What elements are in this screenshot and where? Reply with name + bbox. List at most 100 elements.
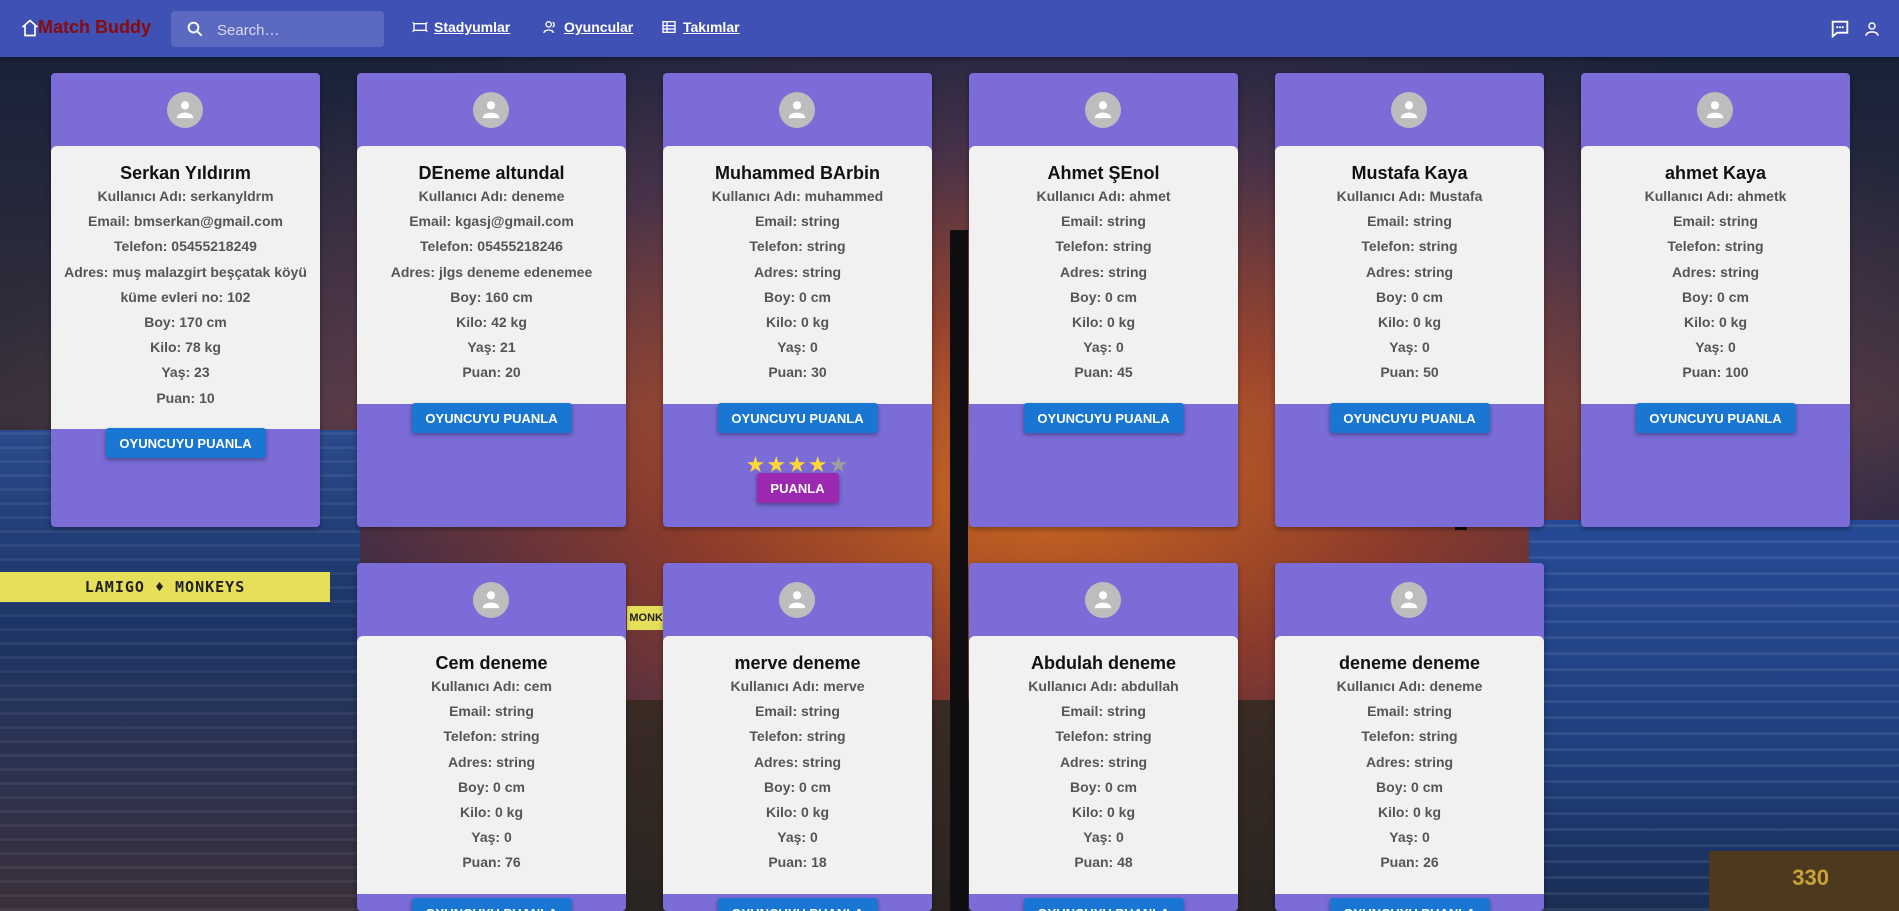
avatar xyxy=(167,92,203,128)
brand-logo[interactable]: Match Buddy xyxy=(38,17,151,38)
player-card: Serkan Yıldırım Kullanıcı Adı: serkanyldr… xyxy=(51,73,320,527)
rate-player-button[interactable]: OYUNCUYU PUANLA xyxy=(1635,403,1796,433)
player-info-line: Email: string xyxy=(1673,213,1758,230)
player-card: Ahmet ŞEnol Kullanıcı Adı: ahmet Email: st… xyxy=(969,73,1238,527)
player-info-line: Adres: string xyxy=(753,753,842,770)
user-avatar-icon xyxy=(1094,101,1112,119)
player-info-line: Kullanıcı Adı: merve xyxy=(730,678,865,694)
player-info-line: Kilo: 0 kg xyxy=(1377,314,1441,331)
user-avatar-icon xyxy=(1094,591,1112,609)
player-info-line: Boy: 0 cm xyxy=(764,778,831,795)
nav-oyuncular[interactable]: Oyuncular xyxy=(542,19,633,35)
home-icon[interactable] xyxy=(20,18,40,38)
player-name: ahmet Kaya xyxy=(1664,163,1767,183)
player-info-line: Kullanıcı Adı: serkanyldrm xyxy=(97,188,274,204)
player-info-line: Yaş: 0 xyxy=(777,829,818,846)
nav-stadyumlar[interactable]: Stadyumlar xyxy=(412,19,510,35)
avatar xyxy=(1085,92,1121,128)
player-info-line: Yaş: 0 xyxy=(1083,829,1124,846)
player-info-line: Yaş: 23 xyxy=(161,364,210,381)
account-icon[interactable] xyxy=(1863,18,1881,40)
player-info-line: Boy: 0 cm xyxy=(1682,288,1749,305)
user-avatar-icon xyxy=(1400,591,1418,609)
player-card-body: Muhammed BArbin Kullanıcı Adı: muhammed Em… xyxy=(663,146,932,404)
player-name: Serkan Yıldırım xyxy=(120,163,251,183)
teams-icon xyxy=(662,21,676,33)
player-name: Mustafa Kaya xyxy=(1351,163,1468,183)
player-card-body: ahmet Kaya Kullanıcı Adı: ahmetk Email: st… xyxy=(1581,146,1850,404)
player-card-body: Cem deneme Kullanıcı Adı: cem Email: strin… xyxy=(357,636,626,894)
rate-player-button[interactable]: OYUNCUYU PUANLA xyxy=(1329,403,1490,433)
user-avatar-icon xyxy=(176,101,194,119)
nav-takimlar-label: Takımlar xyxy=(683,19,740,35)
player-info-line: Boy: 160 cm xyxy=(450,288,533,305)
player-card: Mustafa Kaya Kullanıcı Adı: Mustafa Email:… xyxy=(1275,73,1544,527)
player-info-line: Puan: 45 xyxy=(1074,364,1133,381)
chat-icon[interactable] xyxy=(1829,18,1851,40)
player-card: Muhammed BArbin Kullanıcı Adı: muhammed Em… xyxy=(663,73,932,527)
player-info-line: Yaş: 0 xyxy=(1389,829,1430,846)
background-scoreboard-number: 330 xyxy=(1792,865,1829,890)
player-info-line: Boy: 0 cm xyxy=(1070,778,1137,795)
player-info-line: Kilo: 0 kg xyxy=(1683,314,1747,331)
player-card: deneme deneme Kullanıcı Adı: deneme Email:… xyxy=(1275,563,1544,911)
background-light-pole xyxy=(950,230,968,911)
player-info-line: Telefon: string xyxy=(1361,238,1458,255)
player-info-line: Boy: 0 cm xyxy=(458,778,525,795)
player-info-line: Adres: muş malazgirt beşçatak köyü küme … xyxy=(64,263,307,305)
player-info-line: Telefon: 05455218246 xyxy=(420,238,563,255)
rate-player-button[interactable]: OYUNCUYU PUANLA xyxy=(411,898,572,911)
player-info-line: Adres: string xyxy=(1671,263,1760,280)
player-name: deneme deneme xyxy=(1338,653,1481,673)
rate-player-button[interactable]: OYUNCUYU PUANLA xyxy=(1329,898,1490,911)
rate-player-button[interactable]: OYUNCUYU PUANLA xyxy=(1023,898,1184,911)
player-info-line: Email: string xyxy=(1061,703,1146,720)
nav-takimlar[interactable]: Takımlar xyxy=(661,19,740,35)
player-info-line: Puan: 48 xyxy=(1074,854,1133,871)
avatar xyxy=(779,92,815,128)
player-info-line: Telefon: string xyxy=(1055,728,1152,745)
player-info-line: Yaş: 0 xyxy=(1083,339,1124,356)
player-info-line: Kilo: 0 kg xyxy=(765,314,829,331)
rate-player-button[interactable]: OYUNCUYU PUANLA xyxy=(105,428,266,458)
player-info-line: Telefon: string xyxy=(749,728,846,745)
user-avatar-icon xyxy=(482,101,500,119)
player-info-line: Puan: 30 xyxy=(768,364,827,381)
player-info-line: Kilo: 0 kg xyxy=(1071,804,1135,821)
player-info-line: Telefon: string xyxy=(1055,238,1152,255)
user-avatar-icon xyxy=(482,591,500,609)
player-info-line: Kilo: 0 kg xyxy=(459,804,523,821)
player-info-line: Kilo: 0 kg xyxy=(765,804,829,821)
user-avatar-icon xyxy=(1400,101,1418,119)
rate-player-button[interactable]: OYUNCUYU PUANLA xyxy=(411,403,572,433)
user-avatar-icon xyxy=(1706,101,1724,119)
player-name: Abdulah deneme xyxy=(1030,653,1177,673)
player-info-line: Email: string xyxy=(755,703,840,720)
player-info-line: Telefon: string xyxy=(749,238,846,255)
player-info-line: Adres: string xyxy=(1365,263,1454,280)
rate-player-button[interactable]: OYUNCUYU PUANLA xyxy=(717,403,878,433)
player-info-line: Boy: 0 cm xyxy=(764,288,831,305)
user-avatar-icon xyxy=(788,591,806,609)
avatar xyxy=(1391,92,1427,128)
rate-player-button[interactable]: OYUNCUYU PUANLA xyxy=(717,898,878,911)
player-info-line: Kullanıcı Adı: cem xyxy=(431,678,552,694)
search-input[interactable] xyxy=(215,11,379,49)
player-info-line: Yaş: 0 xyxy=(1389,339,1430,356)
player-info-line: Kullanıcı Adı: Mustafa xyxy=(1336,188,1483,204)
player-info-line: Adres: string xyxy=(1059,753,1148,770)
players-icon xyxy=(543,21,555,34)
avatar xyxy=(1085,582,1121,618)
top-app-bar: Match Buddy Stadyumlar Oyuncular Takımla… xyxy=(0,0,1899,57)
stadium-icon xyxy=(412,21,428,33)
player-info-line: Kilo: 0 kg xyxy=(1071,314,1135,331)
nav-oyuncular-label: Oyuncular xyxy=(564,19,634,35)
rate-player-button[interactable]: OYUNCUYU PUANLA xyxy=(1023,403,1184,433)
submit-rating-button[interactable]: PUANLA xyxy=(756,473,839,503)
player-info-line: Kullanıcı Adı: deneme xyxy=(1336,678,1483,694)
search-box[interactable] xyxy=(171,11,384,49)
player-name: merve deneme xyxy=(734,653,861,673)
background-banner: LAMIGO ♦ MONKEYS xyxy=(0,572,330,602)
player-info-line: Puan: 18 xyxy=(768,854,827,871)
player-info-line: Telefon: string xyxy=(1361,728,1458,745)
